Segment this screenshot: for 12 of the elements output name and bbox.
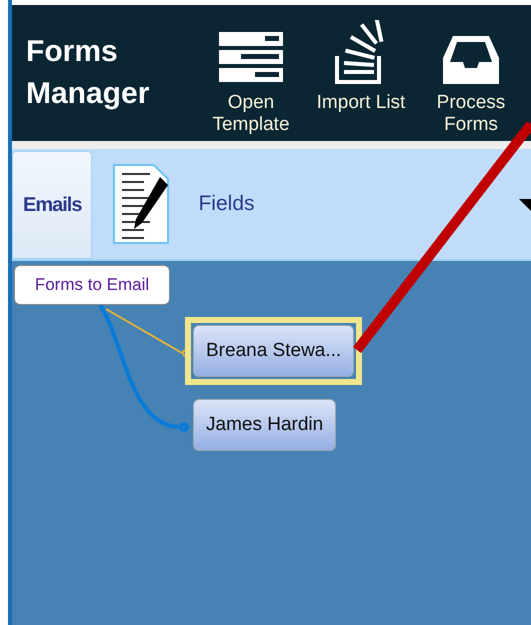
inbox-tray-icon (443, 36, 499, 84)
node[interactable]: James Hardin (193, 399, 336, 451)
app-title: Forms Manager (26, 34, 150, 112)
toolbar-button[interactable]: Open Template (196, 10, 306, 136)
dropdown-caret-icon[interactable] (519, 199, 531, 213)
toolbar-button[interactable]: Process Forms (416, 10, 526, 136)
tab[interactable]: Fields (92, 149, 275, 259)
tab[interactable]: Emails (12, 151, 92, 259)
drawers-icon (219, 32, 283, 84)
toolbar-button[interactable]: Import List (306, 10, 416, 136)
node[interactable]: Breana Stewa... (185, 317, 362, 385)
root-node[interactable]: Forms to Email (14, 265, 170, 305)
